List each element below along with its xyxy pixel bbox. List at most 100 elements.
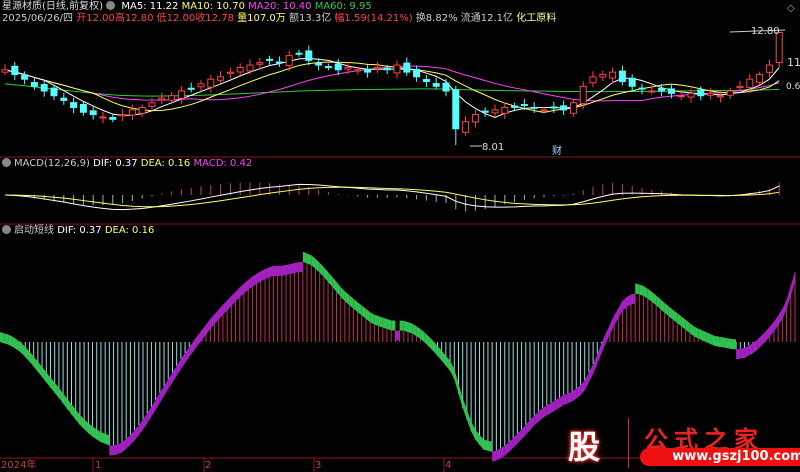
macd-toggle-icon[interactable] xyxy=(2,158,11,167)
indicator-band xyxy=(222,300,228,315)
candlestick xyxy=(99,116,107,119)
indicator-band xyxy=(399,320,404,331)
indicator-band xyxy=(542,405,547,419)
ind-toggle-icon[interactable] xyxy=(2,225,11,234)
candlestick xyxy=(746,78,754,89)
candlestick xyxy=(324,66,332,69)
candlestick xyxy=(217,76,225,81)
candlestick xyxy=(21,74,29,80)
indicator-band xyxy=(328,271,333,287)
candlestick xyxy=(109,116,117,120)
indicator-band xyxy=(437,345,442,361)
indicator-band xyxy=(525,420,530,435)
candlestick xyxy=(452,89,460,130)
candlestick xyxy=(373,66,381,70)
indicator-band xyxy=(727,338,732,350)
indicator-band xyxy=(584,372,589,391)
indicator-band xyxy=(227,296,232,311)
indicator-band xyxy=(639,284,644,296)
settings-toggle-icon[interactable] xyxy=(106,1,116,10)
low: 低12.00 xyxy=(156,13,196,24)
indicator-band xyxy=(677,313,682,327)
candlestick xyxy=(560,105,568,111)
macd-value: MACD: 0.42 xyxy=(193,158,253,169)
indicator-band xyxy=(778,308,783,326)
indicator-band xyxy=(298,261,303,273)
expand-icon[interactable]: ◇ xyxy=(787,3,795,15)
indicator-band xyxy=(290,263,295,275)
indicator-band xyxy=(517,429,522,444)
indicator-band xyxy=(786,285,791,310)
candlestick xyxy=(716,95,724,98)
indicator-band xyxy=(723,337,728,349)
indicator-band xyxy=(731,339,737,350)
watermark: 股 公式之家 www.gszj100.com xyxy=(560,418,800,472)
indicator-band xyxy=(88,423,93,437)
indicator-band xyxy=(408,322,413,334)
candlestick xyxy=(266,58,274,61)
indicator-band xyxy=(29,351,34,367)
candlestick xyxy=(383,68,391,71)
indicator-band xyxy=(660,299,665,313)
indicator-band xyxy=(63,393,68,409)
indicator-band xyxy=(256,271,261,284)
indicator-band xyxy=(273,265,278,277)
indicator-band xyxy=(168,372,173,390)
candlestick xyxy=(236,66,244,73)
candlestick xyxy=(756,73,764,83)
indicator-band xyxy=(572,388,577,402)
candlestick xyxy=(197,83,205,88)
indicator-band xyxy=(8,334,13,347)
indicator-band xyxy=(424,332,430,347)
quote-row: 2025/06/26/四 开12.00高12.80 低12.00收12.78 量… xyxy=(2,13,556,25)
indicator-band xyxy=(336,281,341,298)
candlestick xyxy=(569,102,577,114)
indicator-band xyxy=(605,324,610,344)
candlestick xyxy=(315,62,323,66)
x-tick: 3 xyxy=(315,460,322,471)
right-label-a: 11 xyxy=(787,56,800,69)
ind-dea: DEA: 0.16 xyxy=(104,225,155,236)
indicator-band xyxy=(16,339,22,353)
indicator-band xyxy=(147,406,152,424)
indicator-band xyxy=(694,326,699,339)
candlestick xyxy=(148,102,156,107)
indicator-band xyxy=(214,309,219,325)
indicator-band xyxy=(588,364,594,383)
indicator-band xyxy=(433,340,438,356)
finance-marker[interactable]: 财 xyxy=(552,146,562,158)
candlestick xyxy=(579,85,587,105)
indicator-band xyxy=(790,271,795,296)
watermark-divider xyxy=(628,418,629,468)
indicator-band xyxy=(483,439,488,451)
indicator-band xyxy=(84,419,89,434)
indicator-band xyxy=(752,339,758,354)
indicator-band xyxy=(429,336,434,351)
indicator-band xyxy=(546,402,552,416)
indicator-band xyxy=(609,315,615,335)
x-tick: 4 xyxy=(445,460,452,471)
indicator-band xyxy=(651,291,657,306)
indicator-band xyxy=(33,356,38,372)
indicator-band xyxy=(185,347,190,364)
ma20-label: MA20: 10.40 xyxy=(248,1,312,12)
candlestick xyxy=(119,114,127,117)
indicator-band xyxy=(100,432,106,444)
candlestick xyxy=(589,76,597,84)
indicator-band xyxy=(143,413,148,430)
indicator-band xyxy=(46,372,51,388)
indicator-band xyxy=(757,335,762,350)
indicator-band xyxy=(248,276,253,291)
indicator-band xyxy=(559,395,564,408)
indicator-band xyxy=(744,345,749,358)
indicator-band xyxy=(740,347,745,359)
candlestick xyxy=(422,78,430,83)
indicator-band xyxy=(475,429,480,445)
indicator-band xyxy=(681,316,686,330)
high-annotation: 12.80 xyxy=(751,26,780,37)
indicator-band xyxy=(382,317,387,330)
indicator-band xyxy=(105,433,110,446)
indicator-band xyxy=(487,440,493,452)
indicator-band xyxy=(79,414,85,430)
indicator-band xyxy=(50,377,55,393)
